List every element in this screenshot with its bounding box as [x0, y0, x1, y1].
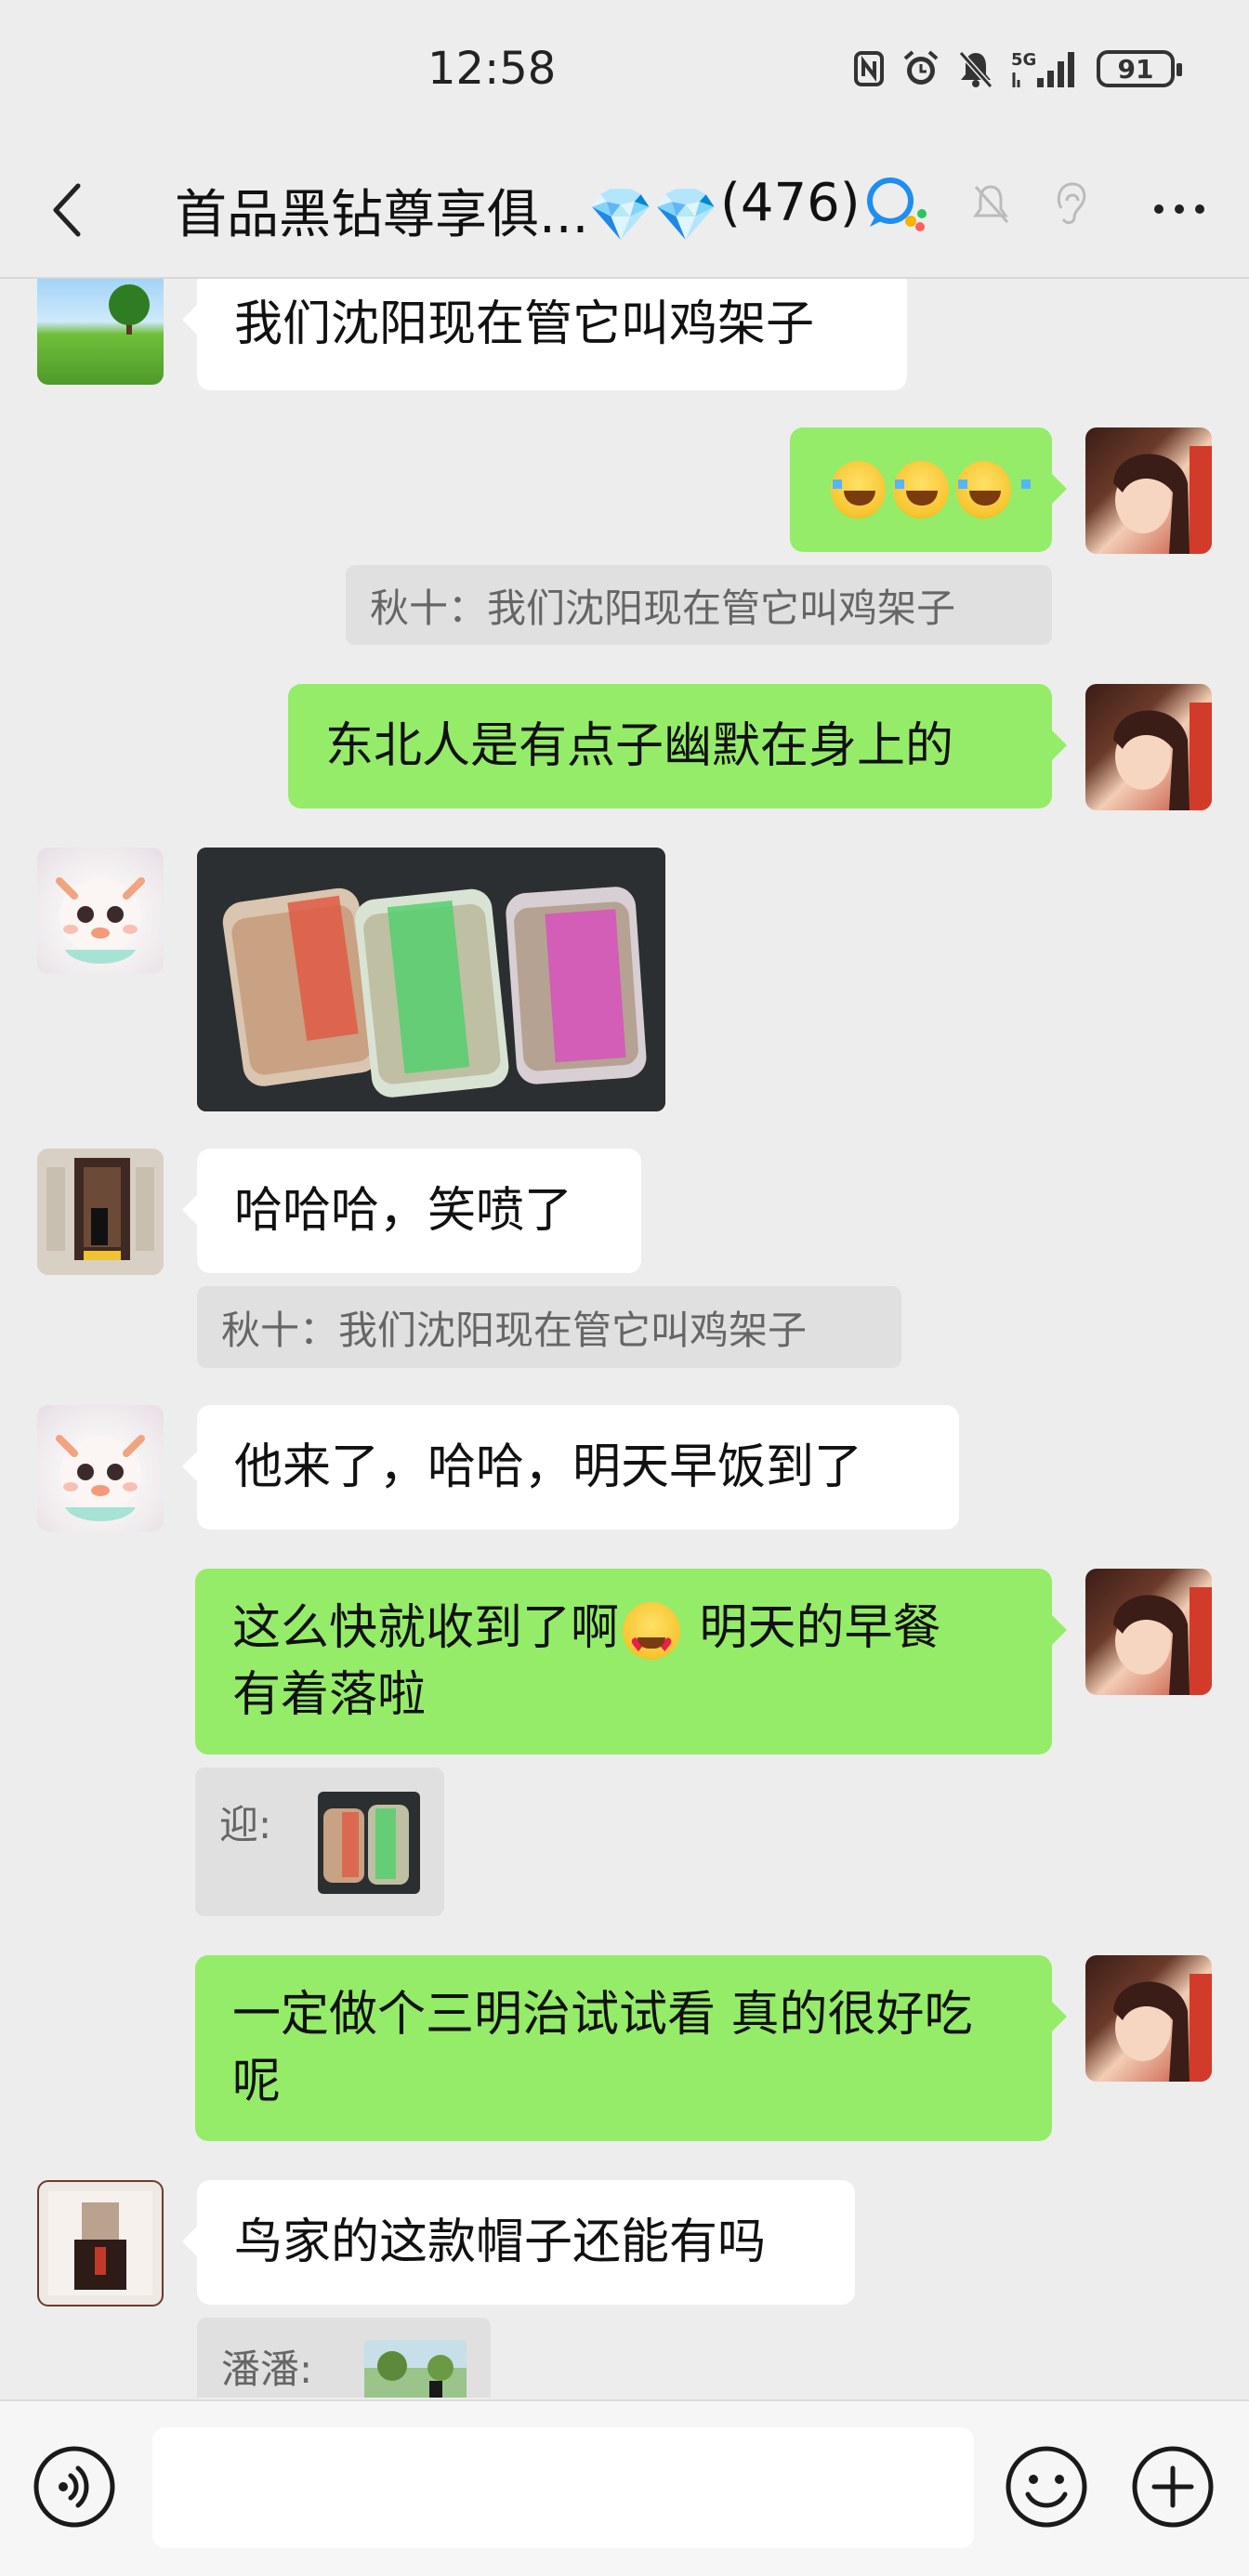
tree-avatar-icon [109, 284, 150, 335]
more-functions-button[interactable] [1130, 2444, 1216, 2530]
status-time: 12:58 [427, 43, 557, 95]
avatar[interactable] [37, 848, 164, 974]
group-chat-icon[interactable] [862, 173, 929, 234]
message-text: 哈哈哈，笑喷了 [234, 1183, 573, 1239]
woman-avatar-icon [1113, 1974, 1212, 2082]
message-line: 有着落啦 [232, 1667, 427, 1723]
avatar[interactable] [1085, 1955, 1212, 2082]
chat-title[interactable]: 首品黑钻尊享俱...💎💎 [175, 173, 718, 248]
ear-icon [1057, 182, 1086, 225]
laugh-tears-emoji [893, 461, 968, 519]
message-input[interactable] [152, 2427, 974, 2548]
message-bubble[interactable]: 这么快就收到了啊 明天的早餐 有着落啦 [195, 1569, 1067, 1755]
woman-avatar-icon [1113, 703, 1212, 810]
nfc-icon [854, 51, 884, 86]
woman-avatar-icon [1113, 446, 1212, 554]
avatar[interactable] [37, 2180, 164, 2307]
title-icons [862, 173, 1089, 234]
message-bubble[interactable]: 东北人是有点子幽默在身上的 [288, 684, 1067, 808]
voice-button[interactable] [32, 2444, 117, 2530]
back-button[interactable] [37, 175, 97, 245]
message-bubble[interactable]: 一定做个三明治试试看 真的很好吃 呢 [195, 1955, 1067, 2141]
laugh-tears-emoji [955, 461, 1032, 519]
quoted-image-message[interactable]: 潘潘: [197, 2318, 491, 2398]
message-bubble[interactable]: 他来了，哈哈，明天早饭到了 [182, 1405, 959, 1530]
quote-text: 秋十：我们沈阳现在管它叫鸡架子 [221, 1307, 808, 1353]
mute-icon [958, 51, 993, 88]
message-line: 这么快就收到了啊 明天的早餐 [232, 1595, 1015, 1678]
battery-level: 91 [1117, 53, 1154, 85]
avatar[interactable] [1085, 427, 1212, 554]
voice-icon [33, 2446, 115, 2528]
quote-sender: 潘潘: [221, 2346, 313, 2392]
emoji-icon [1006, 2446, 1087, 2528]
message-line: 呢 [232, 2054, 282, 2109]
message-bubble[interactable]: 鸟家的这款帽子还能有吗 [182, 2180, 855, 2305]
image-message[interactable] [197, 848, 665, 1111]
quote-sender: 迎: [219, 1802, 272, 1847]
member-count: (476) [720, 173, 861, 233]
message-text: 我们沈阳现在管它叫鸡架子 [234, 296, 815, 352]
quote-thumbnail [318, 1792, 420, 1894]
doorway-avatar-icon [37, 1149, 164, 1275]
laugh-tears-emoji [831, 461, 906, 519]
woman-avatar-icon [1113, 1587, 1212, 1695]
portrait-avatar-icon [48, 2191, 152, 2295]
chat-header: 首品黑钻尊享俱...💎💎 (476) [0, 139, 1249, 279]
more-icon [1154, 204, 1164, 214]
message-text: 他来了，哈哈，明天早饭到了 [234, 1439, 863, 1495]
status-bar: 12:58 5G 91 [0, 0, 1249, 139]
quoted-message[interactable]: 秋十：我们沈阳现在管它叫鸡架子 [346, 565, 1052, 645]
avatar[interactable] [1085, 1569, 1212, 1695]
mute-bell-icon [973, 185, 1009, 224]
avatar[interactable] [1085, 684, 1212, 810]
avatar[interactable] [37, 1149, 164, 1275]
message-bubble[interactable]: 我们沈阳现在管它叫鸡架子 [182, 279, 907, 390]
quoted-message[interactable]: 秋十：我们沈阳现在管它叫鸡架子 [197, 1286, 901, 1368]
more-button[interactable] [1154, 204, 1204, 214]
avatar[interactable] [37, 279, 164, 385]
status-icons: 5G 91 [853, 48, 1182, 89]
bread-photo [197, 848, 665, 1111]
message-line: 一定做个三明治试试看 真的很好吃 [232, 1987, 973, 2043]
network-label: 5G [1011, 50, 1036, 70]
input-bar [0, 2399, 1249, 2576]
chat-area[interactable]: 我们沈阳现在管它叫鸡架子 秋十：我们沈阳现在管它叫鸡架子 东北人是有点子幽默在身… [0, 279, 1249, 2398]
cartoon-dragon-avatar-icon [56, 877, 145, 964]
battery-icon: 91 [1097, 50, 1182, 87]
back-icon [53, 183, 81, 237]
message-text: 东北人是有点子幽默在身上的 [325, 718, 954, 774]
alarm-icon [903, 50, 939, 85]
plus-icon [1132, 2446, 1214, 2528]
quote-text: 秋十：我们沈阳现在管它叫鸡架子 [370, 585, 956, 631]
quoted-image-message[interactable]: 迎: [195, 1768, 444, 1916]
avatar[interactable] [37, 1405, 164, 1531]
quote-thumbnail [364, 2340, 467, 2398]
message-text: 这么快就收到了啊 [232, 1600, 620, 1656]
message-text: 明天的早餐 [684, 1600, 941, 1656]
cartoon-dragon-avatar-icon [56, 1435, 145, 1521]
heart-eyes-emoji [623, 1602, 681, 1678]
message-text: 鸟家的这款帽子还能有吗 [234, 2215, 767, 2270]
signal-icon: 5G [1011, 50, 1074, 87]
emoji-button[interactable] [1004, 2444, 1089, 2530]
message-bubble[interactable] [790, 427, 1067, 552]
message-bubble[interactable]: 哈哈哈，笑喷了 [182, 1149, 641, 1273]
